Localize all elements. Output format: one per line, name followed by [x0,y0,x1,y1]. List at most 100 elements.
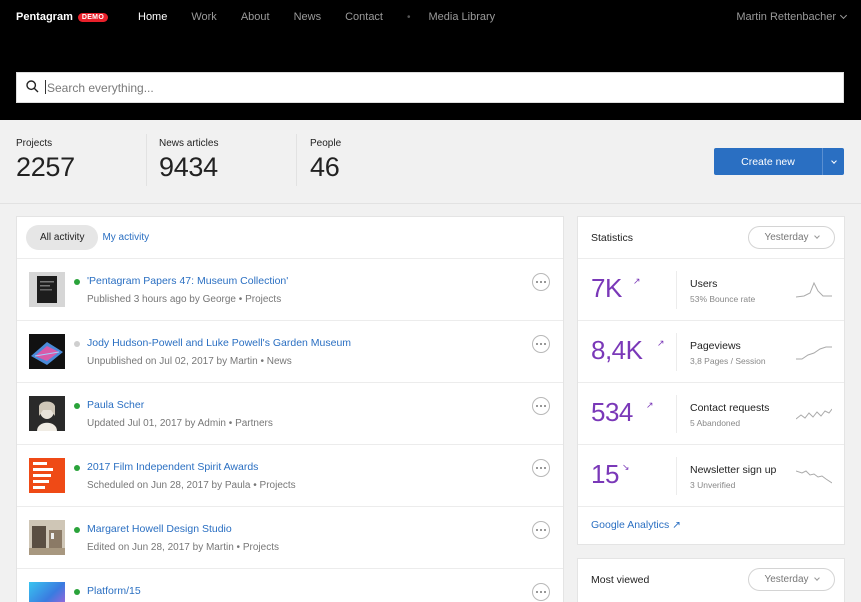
activity-row: Paula Scher Updated Jul 01, 2017 by Admi… [17,383,563,445]
item-title-link[interactable]: Margaret Howell Design Studio [87,523,232,535]
most-viewed-panel: Most viewed Yesterday [577,558,845,602]
create-new-label[interactable]: Create new [714,148,822,175]
stat-people[interactable]: People 46 [310,138,341,183]
more-options-button[interactable] [532,397,550,415]
metric-newsletter-signup[interactable]: 15 ↘ Newsletter sign up 3 Unverified [578,445,844,507]
thumbnail-image [29,334,65,369]
nav-home[interactable]: Home [138,11,167,23]
ellipsis-icon [536,281,538,283]
status-dot [74,465,80,471]
activity-row: Platform/15 [17,569,563,602]
ellipsis-icon [540,467,542,469]
sparkline [796,408,832,420]
stat-value: 2257 [16,152,75,182]
chevron-down-icon [830,157,837,164]
user-menu[interactable]: Martin Rettenbacher [736,11,848,23]
stat-value: 46 [310,152,340,182]
brand-logo[interactable]: Pentagram DEMO [16,11,109,23]
more-options-button[interactable] [532,583,550,601]
meta-separator: • [260,356,264,367]
metric-value: 8,4K [591,335,643,365]
item-meta: Unpublished on Jul 02, 2017 by Martin • … [87,356,292,367]
item-title-link[interactable]: Paula Scher [87,399,144,411]
period-dropdown[interactable]: Yesterday [748,226,835,249]
stat-news-articles[interactable]: News articles 9434 [159,138,218,183]
activity-tabs: All activity My activity [17,217,563,259]
metric-contact-requests[interactable]: 534 ↗ Contact requests 5 Abandoned [578,383,844,445]
search-input[interactable] [47,73,843,102]
metric-pageviews[interactable]: 8,4K ↗ Pageviews 3,8 Pages / Session [578,321,844,383]
divider [676,457,677,495]
meta-separator: • [228,418,233,429]
trend-up-icon: ↗ [657,338,665,348]
stat-projects[interactable]: Projects 2257 [16,138,75,183]
metric-sub: 5 Abandoned [690,418,741,428]
item-meta: Edited on Jun 28, 2017 by Martin • Proje… [87,542,279,553]
item-title-link[interactable]: 2017 Film Independent Spirit Awards [87,461,258,473]
more-options-button[interactable] [532,273,550,291]
nav-media-library[interactable]: Media Library [429,11,496,23]
divider [676,395,677,433]
period-dropdown[interactable]: Yesterday [748,568,835,591]
item-title-link[interactable]: Jody Hudson-Powell and Luke Powell's Gar… [87,337,351,349]
activity-row: Margaret Howell Design Studio Edited on … [17,507,563,569]
chevron-down-icon [839,11,848,19]
create-new-button[interactable]: Create new [714,148,844,175]
metric-sub: 3,8 Pages / Session [690,356,766,366]
ellipsis-icon [536,467,538,469]
activity-row: Jody Hudson-Powell and Luke Powell's Gar… [17,321,563,383]
ellipsis-icon [536,529,538,531]
nav-about[interactable]: About [241,11,270,23]
meta-separator: • [238,294,243,305]
statistics-header: Statistics Yesterday [578,217,844,259]
ellipsis-icon [540,591,542,593]
top-header: Pentagram DEMO Home Work About News Cont… [0,0,861,120]
status-dot [74,403,80,409]
item-title-link[interactable]: Platform/15 [87,585,141,597]
item-section: Projects [245,294,282,305]
sparkline [796,281,832,298]
nav-separator: • [407,11,411,23]
trend-up-icon: ↗ [633,276,641,286]
thumbnail-image [29,520,65,555]
sparkline [796,470,832,484]
activity-row: 'Pentagram Papers 47: Museum Collection'… [17,259,563,321]
ellipsis-icon [540,529,542,531]
nav-news[interactable]: News [294,11,322,23]
metric-sub: 3 Unverified [690,480,736,490]
metric-sub: 53% Bounce rate [690,294,756,304]
metric-label: Contact requests [690,402,770,414]
tab-my-activity[interactable]: My activity [98,225,163,250]
search-icon [17,72,47,103]
trend-down-icon: ↘ [622,462,630,472]
google-analytics-link[interactable]: Google Analytics ↗ [591,519,681,531]
thumbnail-image [29,272,65,307]
divider [676,271,677,309]
period-label: Yesterday [764,574,809,585]
thumbnail-image [29,396,65,431]
ellipsis-icon [544,343,546,345]
more-options-button[interactable] [532,335,550,353]
more-options-button[interactable] [532,459,550,477]
statistics-panel: Statistics Yesterday 7K ↗ Users 53% Boun… [577,216,845,545]
item-meta-text: Updated Jul 01, 2017 by Admin [87,418,226,429]
activity-panel: All activity My activity 'Pentagram Pape… [16,216,564,602]
text-caret [45,80,46,94]
nav-work[interactable]: Work [191,11,216,23]
ellipsis-icon [544,591,546,593]
demo-badge: DEMO [77,12,109,22]
sparkline [796,346,832,360]
item-title-link[interactable]: 'Pentagram Papers 47: Museum Collection' [87,275,288,287]
ellipsis-icon [536,343,538,345]
metric-value: 15 [591,459,619,489]
nav-contact[interactable]: Contact [345,11,383,23]
ellipsis-icon [540,405,542,407]
item-section: Projects [242,542,279,553]
status-dot [74,527,80,533]
create-new-dropdown[interactable] [823,148,844,175]
item-meta: Updated Jul 01, 2017 by Admin • Partners [87,418,273,429]
more-options-button[interactable] [532,521,550,539]
tab-all-activity[interactable]: All activity [26,225,99,250]
metric-users[interactable]: 7K ↗ Users 53% Bounce rate [578,259,844,321]
item-section: Partners [235,418,273,429]
